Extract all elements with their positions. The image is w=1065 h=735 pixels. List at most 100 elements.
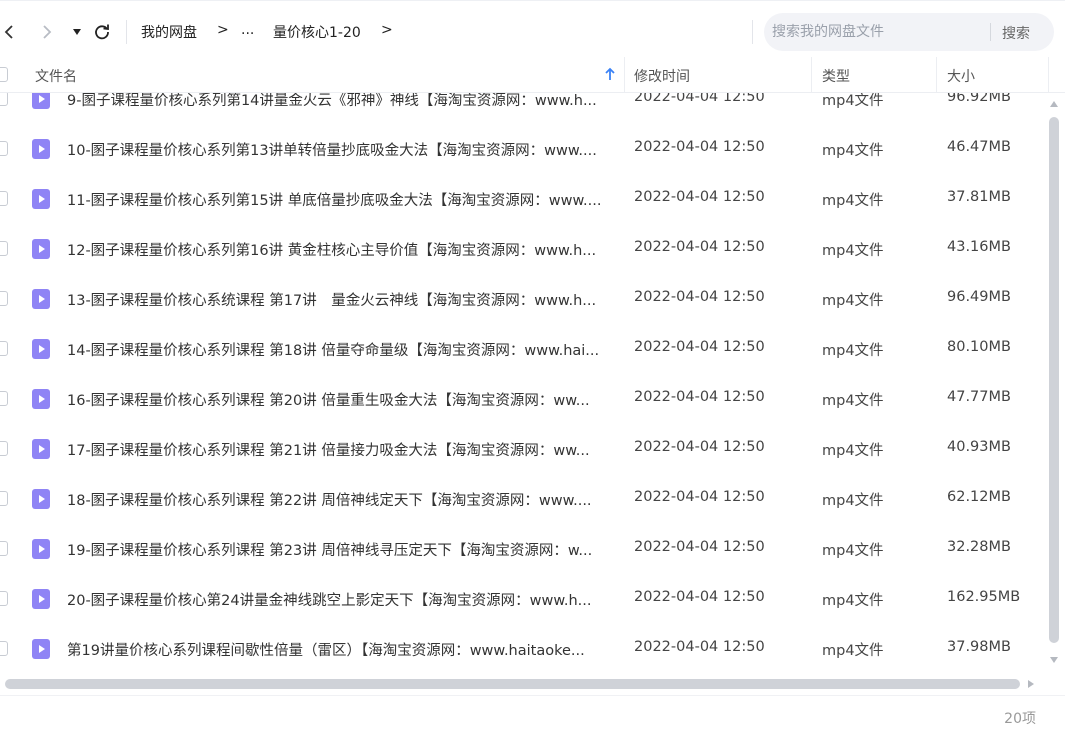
vertical-scrollbar[interactable] [1046, 93, 1065, 673]
row-checkbox[interactable] [0, 641, 8, 656]
video-file-icon [32, 239, 50, 259]
caret-down-icon [73, 29, 81, 35]
column-header-type[interactable]: 类型 [822, 66, 850, 86]
file-name[interactable]: 18-圂子课程量价核心系列课程 第22讲 周倍神线定天下【海淘宝资源网：www.… [67, 489, 612, 510]
file-name[interactable]: 14-圂子课程量价核心系列课程 第18讲 倍量夺命量级【海淘宝资源网：www.h… [67, 339, 612, 360]
forward-button[interactable] [36, 21, 58, 43]
file-modified-time: 2022-04-04 12:50 [634, 389, 765, 405]
scroll-down-arrow-icon[interactable] [1050, 657, 1058, 663]
row-checkbox[interactable] [0, 591, 8, 606]
refresh-button[interactable] [91, 21, 113, 43]
file-name[interactable]: 9-圂子课程量价核心系列第14讲量金火云《邪神》神线【海淘宝资源网：www.h.… [67, 93, 612, 110]
file-type: mp4文件 [822, 443, 884, 459]
file-name[interactable]: 20-圂子课程量价核心第24讲量金神线跳空上影定天下【海淘宝资源网：www.h.… [67, 589, 612, 610]
file-name[interactable]: 11-圂子课程量价核心系列第15讲 单底倍量抄底吸金大法【海淘宝资源网：www.… [67, 189, 612, 210]
file-name[interactable]: 13-圂子课程量价核心系统课程 第17讲 量金火云神线【海淘宝资源网：www.h… [67, 289, 612, 310]
column-header-modified[interactable]: 修改时间 [634, 66, 690, 86]
table-row[interactable]: 17-圂子课程量价核心系列课程 第21讲 倍量接力吸金大法【海淘宝资源网：ww.… [0, 424, 1046, 474]
horizontal-scrollbar[interactable] [0, 676, 1046, 692]
search-divider [990, 23, 991, 41]
scroll-up-arrow-icon[interactable] [1050, 101, 1058, 107]
breadcrumb-separator: > [217, 22, 229, 38]
video-file-icon [32, 589, 50, 609]
history-dropdown-button[interactable] [66, 21, 88, 43]
column-divider[interactable] [811, 57, 812, 93]
file-size: 80.10MB [947, 339, 1011, 355]
row-checkbox[interactable] [0, 291, 8, 306]
row-checkbox[interactable] [0, 191, 8, 206]
table-row[interactable]: 11-圂子课程量价核心系列第15讲 单底倍量抄底吸金大法【海淘宝资源网：www.… [0, 174, 1046, 224]
column-divider[interactable] [936, 57, 937, 93]
table-row[interactable]: 19-圂子课程量价核心系列课程 第23讲 周倍神线寻压定天下【海淘宝资源网：w.… [0, 524, 1046, 574]
file-type: mp4文件 [822, 643, 884, 659]
file-type: mp4文件 [822, 93, 884, 109]
row-checkbox[interactable] [0, 441, 8, 456]
row-checkbox[interactable] [0, 241, 8, 256]
file-modified-time: 2022-04-04 12:50 [634, 489, 765, 505]
toolbar: 我的网盘 > ... 量价核心1-20 > 搜索 [0, 0, 1065, 62]
table-row[interactable]: 10-圂子课程量价核心系列第13讲单转倍量抄底吸金大法【海淘宝资源网：www..… [0, 124, 1046, 174]
column-header-name[interactable]: 文件名 [35, 66, 77, 86]
file-modified-time: 2022-04-04 12:50 [634, 239, 765, 255]
row-checkbox[interactable] [0, 141, 8, 156]
file-name[interactable]: 16-圂子课程量价核心系列课程 第20讲 倍量重生吸金大法【海淘宝资源网：ww.… [67, 389, 612, 410]
video-file-icon [32, 189, 50, 209]
toolbar-divider [126, 20, 127, 44]
row-checkbox[interactable] [0, 341, 8, 356]
file-type: mp4文件 [822, 543, 884, 559]
table-row[interactable]: 20-圂子课程量价核心第24讲量金神线跳空上影定天下【海淘宝资源网：www.h.… [0, 574, 1046, 624]
table-header: 文件名 修改时间 类型 大小 [0, 57, 1065, 93]
file-name[interactable]: 12-圂子课程量价核心系列第16讲 黄金柱核心主导价值【海淘宝资源网：www.h… [67, 239, 612, 260]
file-type: mp4文件 [822, 143, 884, 159]
file-type: mp4文件 [822, 293, 884, 309]
table-row[interactable]: 9-圂子课程量价核心系列第14讲量金火云《邪神》神线【海淘宝资源网：www.h.… [0, 93, 1046, 124]
column-header-size[interactable]: 大小 [947, 66, 975, 86]
row-checkbox[interactable] [0, 491, 8, 506]
file-name[interactable]: 17-圂子课程量价核心系列课程 第21讲 倍量接力吸金大法【海淘宝资源网：ww.… [67, 439, 612, 460]
breadcrumb-separator[interactable]: > [381, 22, 393, 38]
breadcrumb-ellipsis[interactable]: ... [241, 22, 254, 38]
file-list: 9-圂子课程量价核心系列第14讲量金火云《邪神》神线【海淘宝资源网：www.h.… [0, 93, 1046, 673]
table-row[interactable]: 第19讲量价核心系列课程间歇性倍量（雷区）【海淘宝资源网：www.haitaok… [0, 624, 1046, 673]
back-button[interactable] [0, 21, 20, 43]
file-size: 47.77MB [947, 389, 1011, 405]
table-row[interactable]: 16-圂子课程量价核心系列课程 第20讲 倍量重生吸金大法【海淘宝资源网：ww.… [0, 374, 1046, 424]
table-row[interactable]: 14-圂子课程量价核心系列课程 第18讲 倍量夺命量级【海淘宝资源网：www.h… [0, 324, 1046, 374]
row-checkbox[interactable] [0, 391, 8, 406]
vertical-scrollbar-thumb[interactable] [1049, 117, 1059, 643]
file-type: mp4文件 [822, 343, 884, 359]
table-row[interactable]: 18-圂子课程量价核心系列课程 第22讲 周倍神线定天下【海淘宝资源网：www.… [0, 474, 1046, 524]
file-modified-time: 2022-04-04 12:50 [634, 289, 765, 305]
table-row[interactable]: 12-圂子课程量价核心系列第16讲 黄金柱核心主导价值【海淘宝资源网：www.h… [0, 224, 1046, 274]
breadcrumb-current[interactable]: 量价核心1-20 [273, 22, 361, 42]
video-file-icon [32, 139, 50, 159]
video-file-icon [32, 339, 50, 359]
search-input[interactable] [764, 13, 989, 51]
select-all-checkbox[interactable] [0, 67, 8, 82]
horizontal-scrollbar-thumb[interactable] [5, 679, 1020, 689]
file-name[interactable]: 10-圂子课程量价核心系列第13讲单转倍量抄底吸金大法【海淘宝资源网：www..… [67, 139, 612, 160]
breadcrumb-root[interactable]: 我的网盘 [141, 22, 197, 42]
column-divider[interactable] [1048, 57, 1049, 93]
video-file-icon [32, 639, 50, 659]
scroll-right-arrow-icon[interactable] [1028, 680, 1034, 688]
video-file-icon [32, 93, 50, 109]
video-file-icon [32, 289, 50, 309]
file-size: 32.28MB [947, 539, 1011, 555]
toolbar-divider [752, 20, 753, 44]
file-size: 37.81MB [947, 189, 1011, 205]
table-row[interactable]: 13-圂子课程量价核心系统课程 第17讲 量金火云神线【海淘宝资源网：www.h… [0, 274, 1046, 324]
file-modified-time: 2022-04-04 12:50 [634, 339, 765, 355]
video-file-icon [32, 439, 50, 459]
file-size: 37.98MB [947, 639, 1011, 655]
file-name[interactable]: 第19讲量价核心系列课程间歇性倍量（雷区）【海淘宝资源网：www.haitaok… [67, 639, 612, 660]
column-divider[interactable] [624, 57, 625, 93]
file-size: 96.49MB [947, 289, 1011, 305]
file-name[interactable]: 19-圂子课程量价核心系列课程 第23讲 周倍神线寻压定天下【海淘宝资源网：w.… [67, 539, 612, 560]
row-checkbox[interactable] [0, 541, 8, 556]
search-button[interactable]: 搜索 [1002, 23, 1030, 43]
file-size: 43.16MB [947, 239, 1011, 255]
refresh-icon [95, 24, 109, 40]
file-size: 40.93MB [947, 439, 1011, 455]
row-checkbox[interactable] [0, 93, 8, 106]
